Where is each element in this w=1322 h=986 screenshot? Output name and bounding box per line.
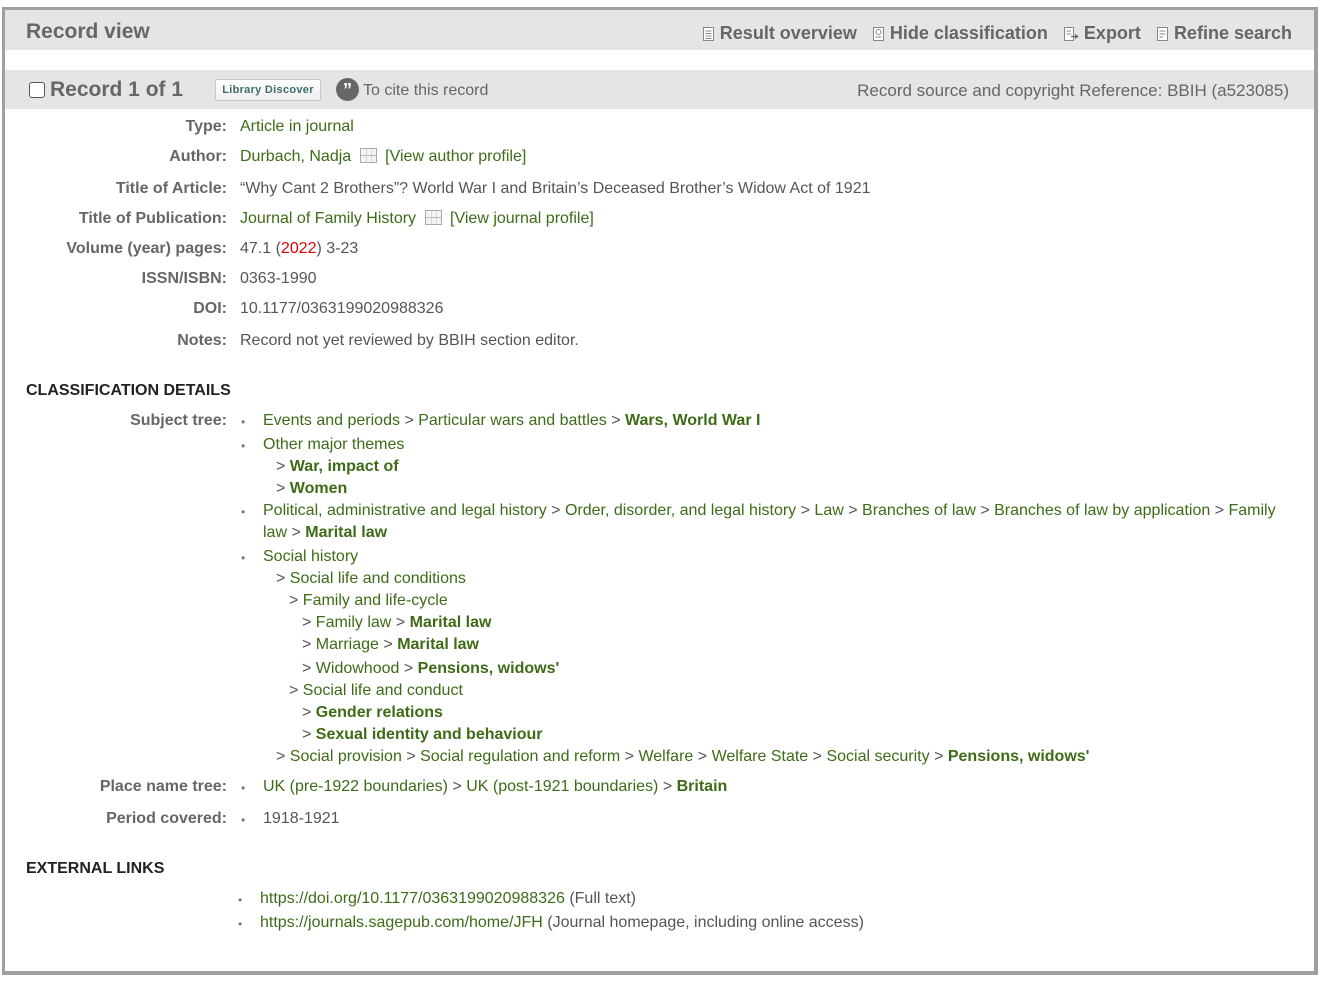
subject-path-4: Social history bbox=[263, 548, 359, 565]
field-article-title: Title of Article: “Why Cant 2 Brothers”?… bbox=[5, 180, 1305, 202]
record-source: Record source and copyright Reference: B… bbox=[857, 81, 1289, 100]
issn-value: 0363-1990 bbox=[240, 270, 317, 287]
record-select-checkbox[interactable] bbox=[29, 82, 45, 98]
subject-path-4-child: > Social life and conduct bbox=[289, 682, 463, 699]
field-label: Notes: bbox=[177, 332, 227, 349]
type-link[interactable]: Article in journal bbox=[240, 118, 354, 135]
classification-heading: CLASSIFICATION DETAILS bbox=[26, 382, 231, 399]
publication-link[interactable]: Journal of Family History bbox=[240, 210, 416, 227]
export-icon bbox=[1063, 26, 1079, 41]
page-title: Record view bbox=[26, 20, 150, 43]
article-title: “Why Cant 2 Brothers”? World War I and B… bbox=[240, 180, 871, 197]
bullet: • bbox=[241, 415, 246, 429]
record-bar: Record 1 of 1 Library Discover ” To cite… bbox=[5, 70, 1314, 109]
record-toolbar: Result overview Hide classification Expo… bbox=[687, 23, 1292, 44]
record-view-header: Record view Result overview Hide classif… bbox=[5, 10, 1314, 50]
field-label: DOI: bbox=[193, 300, 227, 317]
author-profile-link[interactable]: [View author profile] bbox=[385, 148, 526, 165]
period-row: Period covered: bbox=[5, 810, 1305, 832]
journal-homepage-link[interactable]: https://journals.sagepub.com/home/JFH bbox=[260, 914, 543, 931]
subject-path-3: Political, administrative and legal hist… bbox=[263, 502, 1276, 519]
hide-classification-button[interactable]: Hide classification bbox=[873, 23, 1048, 44]
doi-value: 10.1177/0363199020988326 bbox=[240, 300, 444, 317]
refine-search-button[interactable]: Refine search bbox=[1157, 23, 1292, 44]
subject-path-4-child: > Family and life-cycle bbox=[289, 592, 448, 609]
library-discover-button[interactable]: Library Discover bbox=[215, 79, 321, 101]
subject-path-4-child: > Family law > Marital law bbox=[302, 614, 492, 631]
bullet: • bbox=[241, 813, 246, 827]
subject-path-3-wrap: law > Marital law bbox=[263, 524, 388, 541]
period-value: 1918-1921 bbox=[263, 810, 340, 827]
field-label: Title of Publication: bbox=[78, 210, 227, 227]
field-volume: Volume (year) pages: 47.1 (2022) 3-23 bbox=[5, 240, 1305, 262]
field-label: Place name tree: bbox=[99, 778, 227, 795]
refine-icon bbox=[1157, 26, 1169, 41]
subject-path-4-child: > Sexual identity and behaviour bbox=[302, 726, 543, 743]
subject-path-4-child: > Gender relations bbox=[302, 704, 443, 721]
external-link-item: https://doi.org/10.1177/0363199020988326… bbox=[260, 890, 636, 907]
author-link[interactable]: Durbach, Nadja bbox=[240, 148, 351, 165]
field-label: Subject tree: bbox=[130, 412, 227, 429]
quote-icon[interactable]: ” bbox=[336, 78, 359, 101]
field-publication: Title of Publication: Journal of Family … bbox=[5, 210, 1305, 232]
field-label: ISSN/ISBN: bbox=[141, 270, 227, 287]
result-overview-button[interactable]: Result overview bbox=[703, 23, 857, 44]
bullet: • bbox=[238, 917, 243, 931]
record-counter: Record 1 of 1 bbox=[50, 78, 184, 101]
subject-path-4-child: > Social life and conditions bbox=[276, 570, 466, 587]
subject-path-4-child: > Marriage > Marital law bbox=[302, 636, 479, 653]
field-label: Title of Article: bbox=[115, 180, 227, 197]
place-path: UK (pre-1922 boundaries) > UK (post-1921… bbox=[263, 778, 728, 795]
document-icon bbox=[703, 26, 715, 41]
field-author: Author: Durbach, Nadja [View author profi… bbox=[5, 148, 1305, 170]
field-label: Author: bbox=[169, 148, 227, 165]
field-label: Volume (year) pages: bbox=[66, 240, 227, 257]
subject-path-2-child: > War, impact of bbox=[276, 458, 399, 475]
author-image-icon bbox=[360, 148, 378, 163]
subject-path-1: Events and periods > Particular wars and… bbox=[263, 412, 761, 429]
field-doi: DOI: 10.1177/0363199020988326 bbox=[5, 300, 1305, 322]
bullet: • bbox=[238, 893, 243, 907]
subject-path-2-child: > Women bbox=[276, 480, 348, 497]
volume-year: 2022 bbox=[280, 240, 317, 257]
export-button[interactable]: Export bbox=[1063, 23, 1141, 44]
bullet: • bbox=[241, 781, 246, 795]
external-links-heading: EXTERNAL LINKS bbox=[26, 860, 165, 877]
journal-image-icon bbox=[425, 210, 443, 225]
classification-icon bbox=[873, 26, 885, 41]
cite-record-link[interactable]: To cite this record bbox=[363, 82, 488, 100]
doi-link[interactable]: https://doi.org/10.1177/0363199020988326 bbox=[260, 890, 565, 907]
subject-path-4-child: > Social provision > Social regulation a… bbox=[276, 748, 1090, 765]
external-link-item: https://journals.sagepub.com/home/JFH (J… bbox=[260, 914, 864, 931]
field-label: Period covered: bbox=[106, 810, 227, 827]
field-type: Type: Article in journal bbox=[5, 118, 1305, 140]
bullet: • bbox=[241, 439, 246, 453]
field-label: Type: bbox=[185, 118, 227, 135]
record-view-frame: Record view Result overview Hide classif… bbox=[2, 7, 1318, 975]
field-issn: ISSN/ISBN: 0363-1990 bbox=[5, 270, 1305, 292]
notes-value: Record not yet reviewed by BBIH section … bbox=[240, 332, 579, 349]
bullet: • bbox=[241, 505, 246, 519]
subject-path-4-child: > Widowhood > Pensions, widows' bbox=[302, 660, 560, 677]
field-notes: Notes: Record not yet reviewed by BBIH s… bbox=[5, 332, 1305, 354]
journal-profile-link[interactable]: [View journal profile] bbox=[450, 210, 594, 227]
bullet: • bbox=[241, 551, 246, 565]
subject-path-2: Other major themes bbox=[263, 436, 405, 453]
